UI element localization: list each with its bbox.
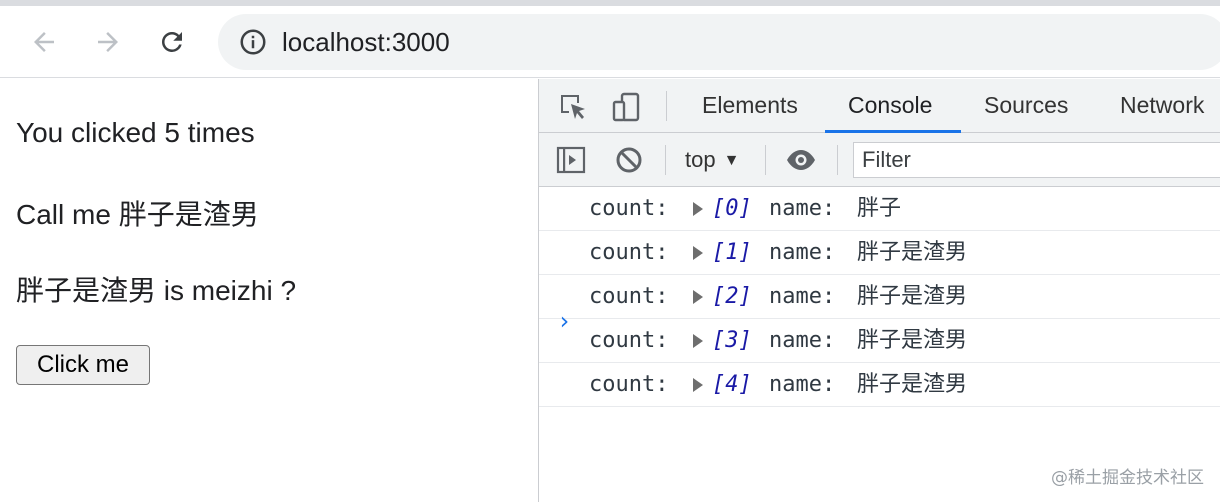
log-key: name: — [769, 284, 836, 309]
console-log-row[interactable]: count: [3] name: 胖子是渣男 — [539, 319, 1220, 363]
log-label: count: — [589, 240, 669, 265]
context-selector[interactable]: top ▼ — [685, 133, 739, 187]
expand-triangle-icon[interactable] — [693, 378, 703, 392]
devtools-tab-bar: Elements Console Sources Network — [539, 79, 1220, 133]
log-value: 胖子是渣男 — [857, 328, 968, 353]
click-me-button[interactable]: Click me — [16, 345, 150, 385]
expand-triangle-icon[interactable] — [693, 246, 703, 260]
log-value: 胖子是渣男 — [857, 240, 968, 265]
console-log-row[interactable]: count: [2] name: 胖子是渣男 — [539, 275, 1220, 319]
console-output: count: [0] name: 胖子 count: [1] name: 胖子是渣男 count… — [539, 187, 1220, 407]
log-value: 胖子是渣男 — [857, 284, 968, 309]
log-label: count: — [589, 196, 669, 221]
log-key: name: — [769, 240, 836, 265]
log-array-index[interactable]: [2] — [712, 275, 752, 319]
clear-console-icon[interactable] — [613, 144, 645, 176]
browser-toolbar: localhost:3000 — [0, 6, 1220, 78]
inspect-element-icon[interactable] — [557, 91, 589, 123]
address-bar[interactable]: localhost:3000 — [218, 14, 1220, 70]
log-array-index[interactable]: [4] — [712, 363, 752, 407]
log-key: name: — [769, 328, 836, 353]
question-text: 胖子是渣男 is meizhi ? — [16, 275, 297, 306]
tab-bar-divider — [666, 91, 667, 121]
click-count-text: You clicked 5 times — [16, 117, 255, 148]
console-log-row[interactable]: count: [1] name: 胖子是渣男 — [539, 231, 1220, 275]
url-text[interactable]: localhost:3000 — [282, 27, 450, 58]
log-array-index[interactable]: [1] — [712, 231, 752, 275]
page-content: You clicked 5 times Call me 胖子是渣男 胖子是渣男 … — [0, 79, 538, 502]
devtools-panel: Elements Console Sources Network top ▼ co… — [538, 79, 1220, 502]
tab-console[interactable]: Console — [848, 79, 932, 132]
forward-button[interactable] — [90, 24, 126, 60]
forward-arrow-icon — [98, 32, 118, 52]
console-toolbar: top ▼ — [539, 133, 1220, 187]
context-selector-label: top — [685, 147, 716, 172]
log-value: 胖子 — [857, 196, 902, 221]
dropdown-arrow-icon: ▼ — [723, 152, 740, 169]
info-icon[interactable] — [238, 27, 268, 57]
console-log-row[interactable]: count: [4] name: 胖子是渣男 — [539, 363, 1220, 407]
expand-triangle-icon[interactable] — [693, 334, 703, 348]
log-key: name: — [769, 372, 836, 397]
reload-button[interactable] — [154, 24, 190, 60]
call-me-text: Call me 胖子是渣男 — [16, 199, 259, 230]
watermark: @稀土掘金技术社区 — [1051, 468, 1204, 488]
log-value: 胖子是渣男 — [857, 372, 968, 397]
tab-sources[interactable]: Sources — [984, 79, 1068, 132]
back-button[interactable] — [26, 24, 62, 60]
toolbar-divider-3 — [837, 145, 838, 175]
toolbar-divider-1 — [665, 145, 666, 175]
eye-icon[interactable] — [785, 144, 817, 176]
log-label: count: — [589, 284, 669, 309]
filter-input[interactable] — [853, 142, 1220, 178]
expand-triangle-icon[interactable] — [693, 290, 703, 304]
log-key: name: — [769, 196, 836, 221]
tab-network[interactable]: Network — [1120, 79, 1204, 132]
log-label: count: — [589, 372, 669, 397]
sidebar-toggle-icon[interactable] — [555, 144, 587, 176]
back-arrow-icon — [34, 32, 54, 52]
console-log-row[interactable]: count: [0] name: 胖子 — [539, 187, 1220, 231]
log-array-index[interactable]: [3] — [712, 319, 752, 363]
device-toolbar-icon[interactable] — [611, 91, 643, 123]
log-label: count: — [589, 328, 669, 353]
tab-elements[interactable]: Elements — [702, 79, 798, 132]
reload-icon — [161, 31, 182, 52]
expand-triangle-icon[interactable] — [693, 202, 703, 216]
log-array-index[interactable]: [0] — [712, 187, 752, 231]
console-prompt[interactable]: › — [557, 307, 571, 335]
toolbar-divider-2 — [765, 145, 766, 175]
